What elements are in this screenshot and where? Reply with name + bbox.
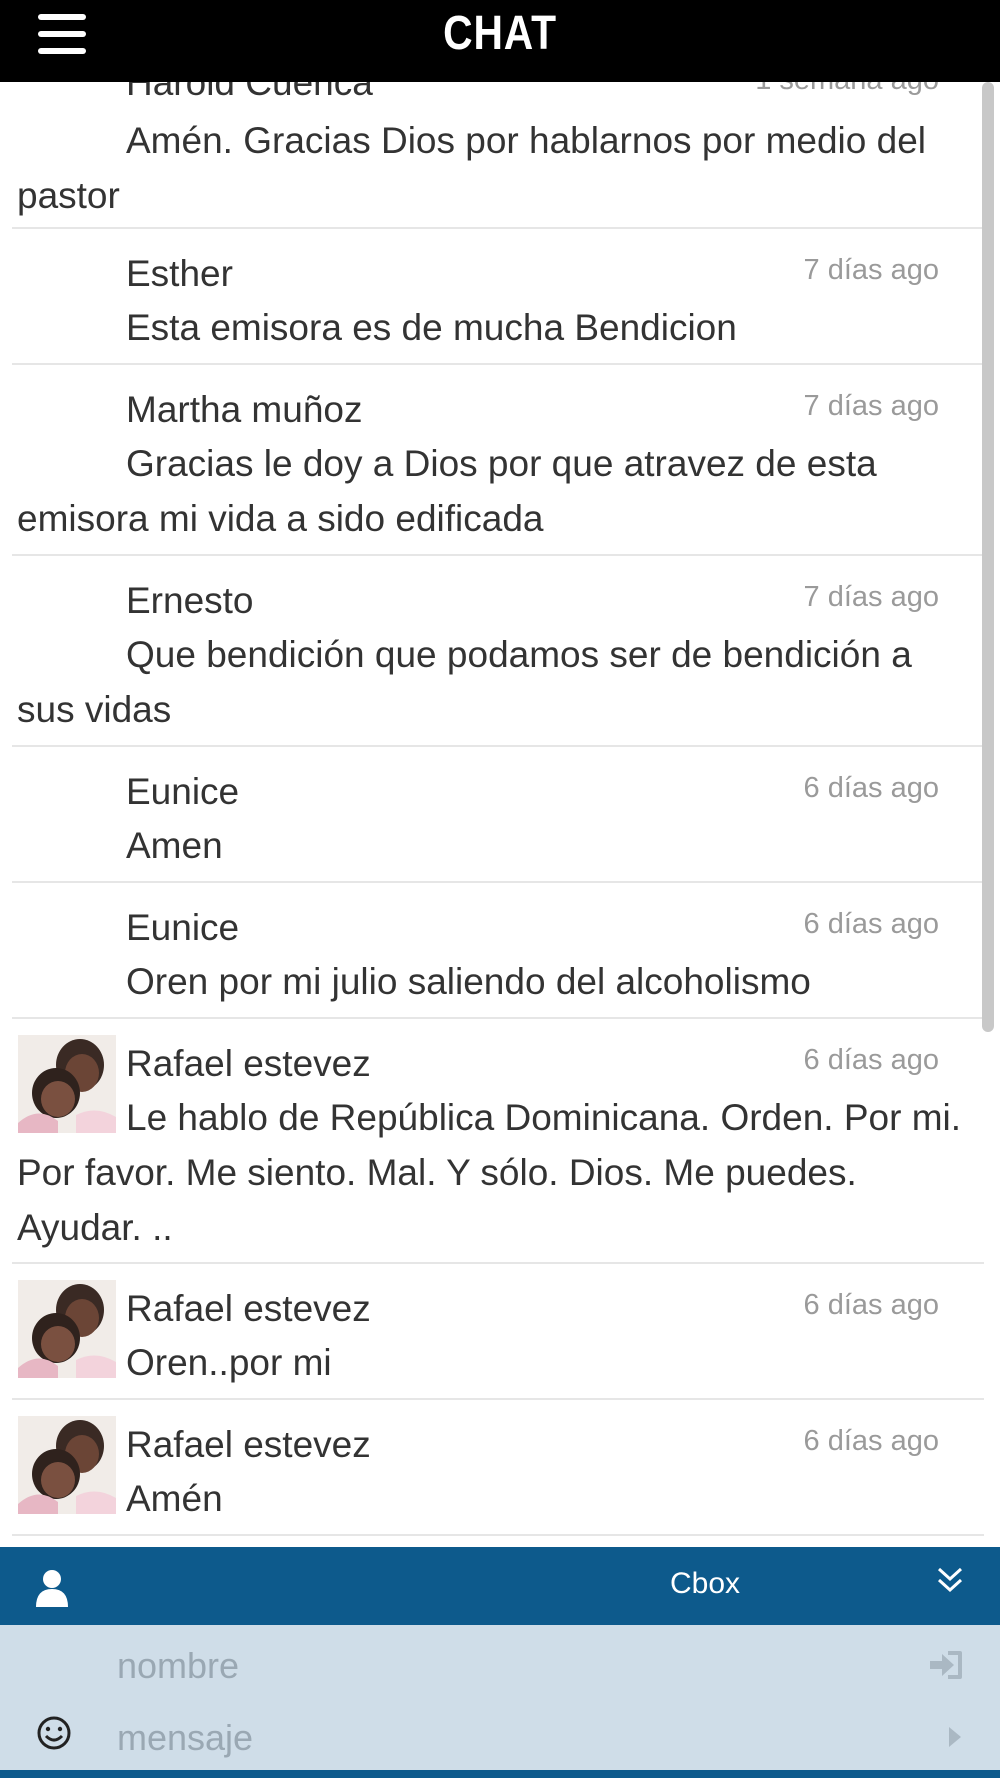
message-time: 6 días ago bbox=[803, 1425, 939, 1457]
message-author: Eunice bbox=[126, 771, 240, 812]
message-time: 6 días ago bbox=[803, 1044, 939, 1076]
message-text: Amén. Gracias Dios por hablarnos por med… bbox=[17, 120, 926, 216]
message-list[interactable]: Harold Cuenca 1 semana ago Amén. Gracias… bbox=[0, 0, 984, 1547]
message-time: 7 días ago bbox=[803, 254, 939, 286]
message-item: Eunice 6 días ago Amen bbox=[12, 747, 984, 883]
message-time: 6 días ago bbox=[803, 772, 939, 804]
message-text: Gracias le doy a Dios por que atravez de… bbox=[17, 443, 877, 539]
message-text: Esta emisora es de mucha Bendicion bbox=[126, 307, 737, 348]
message-time: 7 días ago bbox=[803, 390, 939, 422]
top-bar: CHAT bbox=[0, 0, 1000, 82]
bottom-strip bbox=[0, 1770, 1000, 1778]
cbox-label: Cbox bbox=[670, 1567, 741, 1600]
login-icon[interactable] bbox=[928, 1649, 964, 1681]
message-author: Rafael estevez bbox=[126, 1424, 371, 1465]
message-author: Rafael estevez bbox=[126, 1288, 371, 1329]
message-item: Ernesto 7 días ago Que bendición que pod… bbox=[12, 556, 984, 747]
message-author: Ernesto bbox=[126, 580, 254, 621]
message-item: Esther 7 días ago Esta emisora es de muc… bbox=[12, 229, 984, 365]
message-text: Oren por mi julio saliendo del alcoholis… bbox=[126, 961, 811, 1002]
cbox-bar: Cbox bbox=[0, 1547, 1000, 1625]
message-text: Amen bbox=[126, 825, 223, 866]
message-item: Rafael estevez 6 días ago Le hablo de Re… bbox=[12, 1019, 984, 1264]
smile-icon[interactable] bbox=[36, 1715, 72, 1751]
message-input[interactable] bbox=[115, 1707, 919, 1769]
message-author: Esther bbox=[126, 253, 233, 294]
message-text: Amén bbox=[126, 1478, 223, 1519]
message-item: Eunice 6 días ago Oren por mi julio sali… bbox=[12, 883, 984, 1019]
message-text: Le hablo de República Dominicana. Orden.… bbox=[17, 1097, 962, 1248]
message-item: Martha muñoz 7 días ago Gracias le doy a… bbox=[12, 365, 984, 556]
page-title: CHAT bbox=[443, 7, 557, 60]
scrollbar[interactable] bbox=[982, 82, 994, 1032]
message-time: 6 días ago bbox=[803, 1289, 939, 1321]
message-text: Oren..por mi bbox=[126, 1342, 332, 1383]
message-text: Que bendición que podamos ser de bendici… bbox=[17, 634, 912, 730]
send-icon[interactable] bbox=[947, 1725, 963, 1749]
input-area bbox=[0, 1625, 1000, 1778]
message-author: Martha muñoz bbox=[126, 389, 363, 430]
user-icon[interactable] bbox=[34, 1569, 70, 1607]
chevron-double-down-icon[interactable] bbox=[935, 1565, 965, 1595]
message-time: 6 días ago bbox=[803, 908, 939, 940]
message-time: 7 días ago bbox=[803, 581, 939, 613]
name-input[interactable] bbox=[115, 1635, 919, 1697]
message-item: Rafael estevez 6 días ago Amén bbox=[12, 1400, 984, 1536]
message-author: Rafael estevez bbox=[126, 1043, 371, 1084]
message-author: Eunice bbox=[126, 907, 240, 948]
message-item: Rafael estevez 6 días ago Oren..por mi bbox=[12, 1264, 984, 1400]
